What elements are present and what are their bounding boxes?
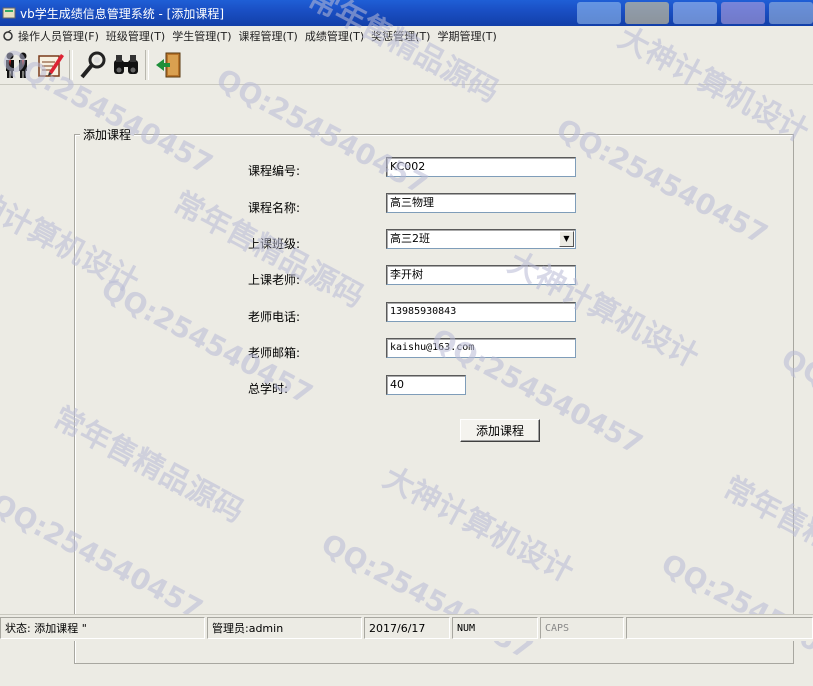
people-tool-button[interactable] [0,48,33,82]
status-date: 2017/6/17 [364,617,450,639]
menu-reward[interactable]: 奖惩管理(T) [371,28,437,44]
menu-class[interactable]: 班级管理(T) [106,28,172,44]
add-course-frame [74,134,794,664]
status-admin: 管理员:admin [207,617,362,639]
binoculars-icon [113,55,138,74]
find-tool-button[interactable] [109,48,142,82]
chevron-down-icon[interactable]: ▼ [559,231,574,247]
exit-door-icon [155,52,180,78]
menu-term[interactable]: 学期管理(T) [437,28,503,44]
label-course-id: 课程编号: [248,164,301,178]
label-course-name: 课程名称: [248,201,301,215]
add-course-button[interactable]: 添加课程 [460,419,540,442]
folder-icon [577,2,621,24]
toolbar-separator [145,50,149,80]
gift-icon [721,2,765,24]
status-state: 状态: 添加课程 " [0,617,205,639]
media-icon [625,2,669,24]
class-select-value: 高三2班 [390,232,430,245]
document-icon [673,2,717,24]
status-empty [626,617,813,639]
mdi-child-icon[interactable] [2,30,14,42]
content-area: 添加课程 课程编号: KC002 课程名称: 高三物理 上课班级: 高三2班 ▼… [0,85,813,664]
email-input[interactable]: kaishu@163.com [386,338,576,358]
label-phone: 老师电话: [248,310,301,324]
hours-input[interactable]: 40 [386,375,466,395]
class-select[interactable]: 高三2班 ▼ [386,229,576,249]
edit-tool-button[interactable] [33,48,66,82]
course-id-input[interactable]: KC002 [386,157,576,177]
teacher-input[interactable]: 李开树 [386,265,576,285]
status-caps: CAPS [540,617,624,639]
edit-document-icon [37,54,64,77]
menu-bar: 操作人员管理(F) 班级管理(T) 学生管理(T) 课程管理(T) 成绩管理(T… [0,26,813,46]
search-tool-button[interactable] [76,48,109,82]
search-key-icon [79,51,105,79]
label-hours: 总学时: [248,382,289,396]
status-num: NUM [452,617,538,639]
label-email: 老师邮箱: [248,346,301,360]
menu-course[interactable]: 课程管理(T) [239,28,305,44]
label-teacher: 上课老师: [248,273,301,287]
menu-student[interactable]: 学生管理(T) [172,28,238,44]
window-title: vb学生成绩信息管理系统 - [添加课程] [20,6,225,21]
menu-operator[interactable]: 操作人员管理(F) [18,28,106,44]
toolbar [0,46,813,85]
computer-icon [769,2,813,24]
status-bar: 状态: 添加课程 " 管理员:admin 2017/6/17 NUM CAPS [0,614,813,641]
toolbar-separator [69,50,73,80]
title-bar: vb学生成绩信息管理系统 - [添加课程] [0,0,813,26]
menu-score[interactable]: 成绩管理(T) [305,28,371,44]
label-class: 上课班级: [248,237,301,251]
frame-legend: 添加课程 [80,126,135,143]
exit-tool-button[interactable] [152,48,185,82]
taskbar-overlay [577,2,813,24]
course-name-input[interactable]: 高三物理 [386,193,576,213]
phone-input[interactable]: 13985930843 [386,302,576,322]
app-icon [2,7,16,19]
people-icon [5,52,27,78]
